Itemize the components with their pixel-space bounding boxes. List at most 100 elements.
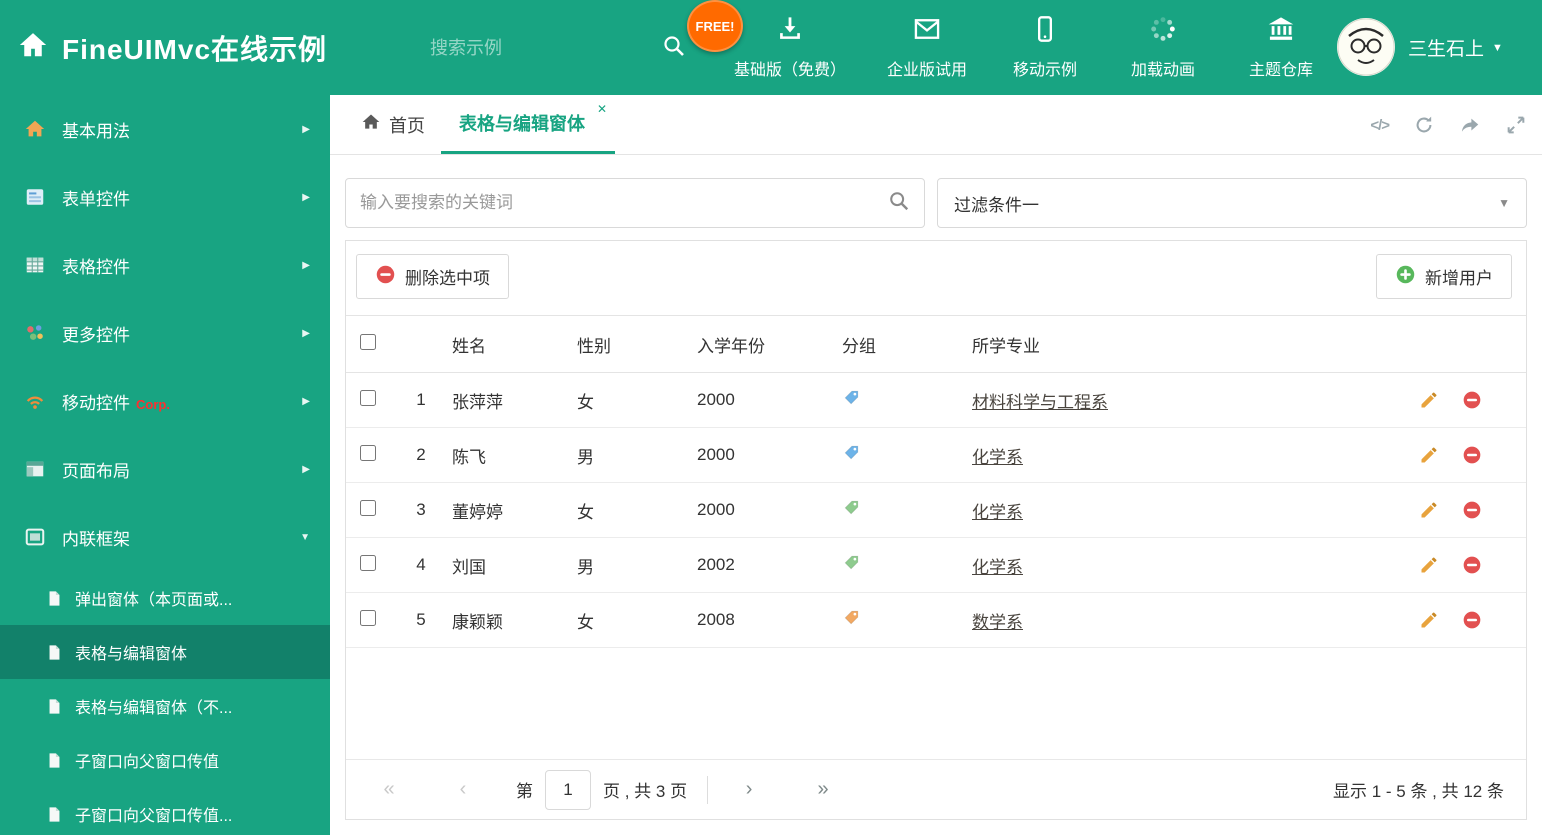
chevron-down-icon: ▼ — [1492, 41, 1503, 54]
keyword-search[interactable] — [345, 178, 925, 228]
plus-circle-icon — [1395, 264, 1416, 290]
cell-year: 2000 — [697, 482, 842, 538]
cell-year: 2000 — [697, 427, 842, 483]
major-link[interactable]: 化学系 — [972, 503, 1023, 522]
col-actions — [1401, 315, 1526, 373]
delete-icon[interactable] — [1462, 500, 1482, 520]
app-title: FineUIMvc在线示例 — [62, 33, 328, 65]
sidebar-subitem-child-to-parent-2[interactable]: 子窗口向父窗口传值... — [0, 787, 330, 835]
tag-icon[interactable] — [842, 610, 861, 631]
sidebar-item-page-layout[interactable]: 页面布局 ▶ — [0, 435, 330, 503]
filter-dropdown-value: 过滤条件一 — [954, 195, 1039, 215]
page-prefix-label: 第 — [516, 782, 533, 801]
home-icon — [24, 118, 46, 140]
row-checkbox[interactable] — [360, 444, 376, 461]
keyword-search-input[interactable] — [360, 193, 888, 213]
delete-icon[interactable] — [1462, 610, 1482, 630]
search-icon[interactable] — [888, 190, 910, 217]
nav-item-theme-repo[interactable]: 主题仓库 — [1222, 0, 1340, 95]
row-checkbox[interactable] — [360, 499, 376, 516]
next-page-button[interactable]: › — [728, 778, 770, 801]
refresh-icon[interactable] — [1413, 114, 1435, 136]
close-icon[interactable]: ✕ — [597, 102, 607, 116]
filter-dropdown[interactable]: 过滤条件一 ▼ — [937, 178, 1527, 228]
edit-icon[interactable] — [1419, 390, 1439, 410]
pagination-bar: « ‹ 第 页 , 共 3 页 › » 显示 1 - 5 条 , 共 12 条 — [346, 759, 1526, 819]
delete-selected-button[interactable]: 删除选中项 — [356, 254, 509, 299]
major-link[interactable]: 化学系 — [972, 558, 1023, 577]
edit-icon[interactable] — [1419, 445, 1439, 465]
nav-item-loading-animation[interactable]: 加载动画 — [1104, 0, 1222, 95]
cell-group — [842, 427, 972, 483]
delete-icon[interactable] — [1462, 445, 1482, 465]
sidebar-subitem-grid-edit-window-2[interactable]: 表格与编辑窗体（不... — [0, 679, 330, 733]
tag-icon[interactable] — [842, 445, 861, 466]
major-link[interactable]: 化学系 — [972, 448, 1023, 467]
delete-icon[interactable] — [1462, 555, 1482, 575]
sidebar-item-grid-controls[interactable]: 表格控件 ▶ — [0, 231, 330, 299]
cell-name: 刘国 — [452, 537, 577, 593]
record-summary: 显示 1 - 5 条 , 共 12 条 — [1333, 782, 1504, 801]
sidebar-subitem-popup-window[interactable]: 弹出窗体（本页面或... — [0, 571, 330, 625]
select-all-checkbox[interactable] — [360, 333, 376, 350]
bank-icon — [1267, 15, 1295, 48]
first-page-button[interactable]: « — [368, 778, 410, 801]
forward-icon[interactable] — [1459, 114, 1481, 136]
form-icon — [24, 186, 46, 208]
row-checkbox[interactable] — [360, 554, 376, 571]
user-menu[interactable]: 三生石上 ▼ — [1408, 0, 1503, 95]
row-checkbox[interactable] — [360, 389, 376, 406]
nav-item-enterprise-trial[interactable]: 企业版试用 — [868, 0, 986, 95]
major-link[interactable]: 数学系 — [972, 613, 1023, 632]
major-link[interactable]: 材料科学与工程系 — [972, 393, 1108, 412]
tab-grid-edit-window[interactable]: 表格与编辑窗体 ✕ — [441, 95, 615, 154]
chevron-right-icon: ▶ — [302, 327, 310, 339]
tab-label: 表格与编辑窗体 — [459, 114, 585, 134]
fullscreen-icon[interactable] — [1505, 114, 1527, 136]
edit-icon[interactable] — [1419, 610, 1439, 630]
header-search[interactable] — [430, 28, 684, 68]
search-icon[interactable] — [662, 34, 686, 63]
avatar[interactable] — [1337, 18, 1395, 76]
sidebar-subitem-child-to-parent[interactable]: 子窗口向父窗口传值 — [0, 733, 330, 787]
nav-label: 企业版试用 — [886, 62, 967, 79]
grid-toolbar: 删除选中项 新增用户 — [346, 241, 1526, 315]
sidebar-item-form-controls[interactable]: 表单控件 ▶ — [0, 163, 330, 231]
sidebar: 基本用法 ▶ 表单控件 ▶ 表格控件 ▶ 更多控件 ▶ 移动控件 Corp. ▶ … — [0, 95, 330, 835]
sidebar-item-more-controls[interactable]: 更多控件 ▶ — [0, 299, 330, 367]
page-suffix-label: 页 , 共 3 页 — [603, 782, 688, 801]
delete-icon[interactable] — [1462, 390, 1482, 410]
cell-group — [842, 592, 972, 648]
chevron-down-icon: ▼ — [300, 531, 310, 543]
tag-icon[interactable] — [842, 555, 861, 576]
last-page-button[interactable]: » — [802, 778, 844, 801]
brand[interactable]: FineUIMvc在线示例 — [18, 0, 327, 95]
tag-icon[interactable] — [842, 390, 861, 411]
home-icon — [361, 112, 381, 137]
tab-home[interactable]: 首页 — [345, 95, 441, 154]
chevron-right-icon: ▶ — [302, 463, 310, 475]
edit-icon[interactable] — [1419, 555, 1439, 575]
app-header: FineUIMvc在线示例 FREE! 基础版（免费） 企业版试用 — [0, 0, 1542, 95]
edit-icon[interactable] — [1419, 500, 1439, 520]
add-user-button[interactable]: 新增用户 — [1376, 254, 1512, 299]
sidebar-item-inline-frame[interactable]: 内联框架 ▼ — [0, 503, 330, 571]
sidebar-subitem-grid-edit-window[interactable]: 表格与编辑窗体 — [0, 625, 330, 679]
sidebar-item-mobile-controls[interactable]: 移动控件 Corp. ▶ — [0, 367, 330, 435]
header-search-input[interactable] — [430, 37, 662, 59]
sidebar-subitem-label: 弹出窗体（本页面或... — [75, 592, 233, 609]
cell-gender: 女 — [577, 482, 697, 538]
source-code-icon[interactable]: </> — [1370, 117, 1390, 134]
page-number-input[interactable] — [545, 769, 591, 810]
file-icon — [46, 644, 63, 661]
cell-major: 化学系 — [972, 482, 1401, 538]
cell-name: 董婷婷 — [452, 482, 577, 538]
nav-item-mobile-demo[interactable]: 移动示例 — [986, 0, 1104, 95]
sidebar-item-label: 内联框架 — [62, 529, 130, 549]
cell-major: 材料科学与工程系 — [972, 372, 1401, 428]
prev-page-button[interactable]: ‹ — [442, 778, 484, 801]
username: 三生石上 — [1408, 39, 1485, 60]
row-checkbox[interactable] — [360, 609, 376, 626]
sidebar-item-basic-usage[interactable]: 基本用法 ▶ — [0, 95, 330, 163]
tag-icon[interactable] — [842, 500, 861, 521]
